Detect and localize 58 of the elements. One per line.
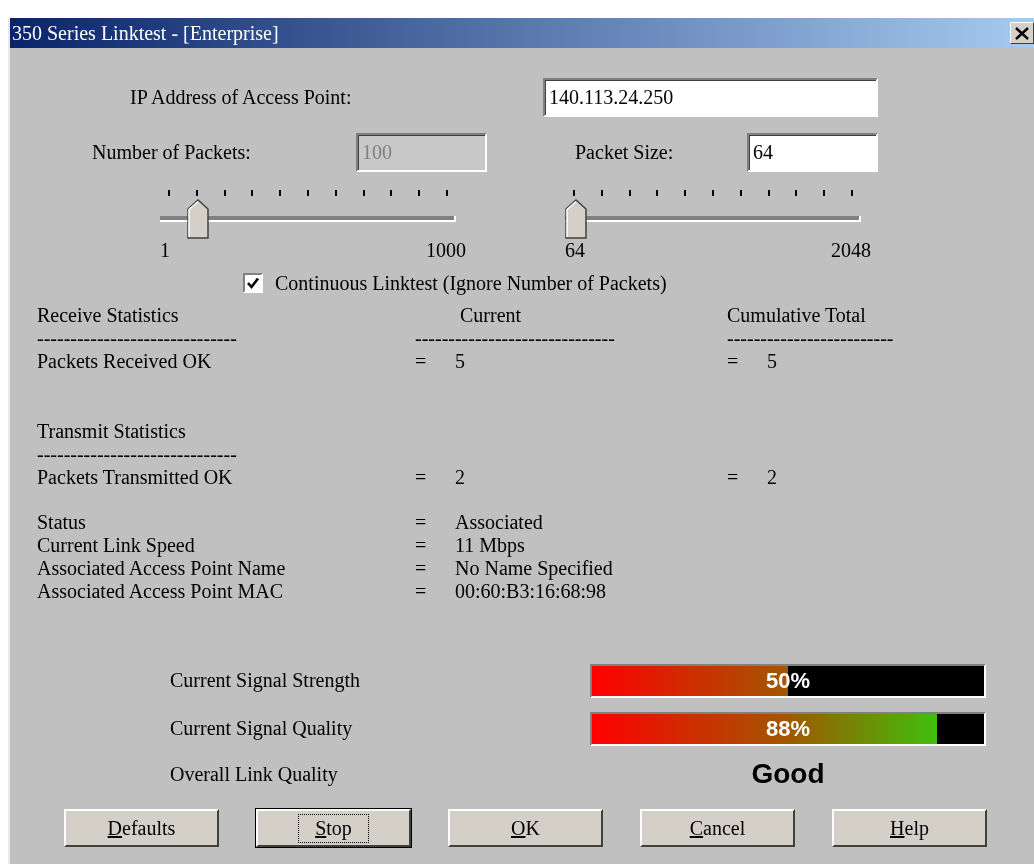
packet-size-field[interactable]: 64 <box>747 133 878 172</box>
stat-label: Associated Access Point MAC <box>37 580 285 603</box>
equals-sign: = <box>415 534 428 557</box>
equals-sign: = <box>415 580 428 603</box>
dialog-button[interactable]: Cancel <box>640 809 795 847</box>
section-heading: Receive Statistics <box>37 304 180 327</box>
close-button[interactable] <box>1010 22 1034 44</box>
stat-value: 2 <box>455 466 466 489</box>
meter-label: Overall Link Quality <box>169 762 339 786</box>
slider-min-label: 1 <box>160 240 170 260</box>
stat-value: 2 <box>767 466 778 489</box>
link-quality-value: Good <box>751 758 825 790</box>
dashed-rule: ------------------------------ <box>415 327 616 350</box>
slider-max-label: 1000 <box>426 240 466 260</box>
field-label: Number of Packets: <box>91 141 252 164</box>
stat-value: Associated <box>455 511 544 534</box>
dialog-button[interactable]: OK <box>448 809 603 847</box>
stat-value: 5 <box>767 350 778 373</box>
meter-label: Current Signal Strength <box>169 669 361 692</box>
equals-sign: = <box>727 466 740 489</box>
dashed-rule: ------------------------------ <box>37 443 238 466</box>
slider-thumb[interactable] <box>187 199 210 239</box>
meter-reading: 88% <box>764 715 811 742</box>
ip-address-field[interactable]: 140.113.24.250 <box>543 78 878 117</box>
stat-label: Packets Received OK <box>37 350 213 373</box>
field-label: Packet Size: <box>575 141 675 164</box>
stat-value: 5 <box>455 350 466 373</box>
slider-min-label: 64 <box>565 240 585 260</box>
stat-label: Associated Access Point Name <box>37 557 287 580</box>
close-icon <box>1015 26 1029 40</box>
window-title: 350 Series Linktest - [Enterprise] <box>12 21 279 45</box>
slider-thumb[interactable] <box>565 199 587 239</box>
slider-track[interactable] <box>565 199 861 239</box>
equals-sign: = <box>415 350 428 373</box>
equals-sign: = <box>415 466 428 489</box>
column-heading: Current <box>459 304 523 327</box>
column-heading: Cumulative Total <box>727 304 867 327</box>
equals-sign: = <box>415 557 428 580</box>
dialog-button[interactable]: Help <box>832 809 987 847</box>
slider-track[interactable] <box>160 199 456 239</box>
stat-label: Status <box>37 511 87 534</box>
stat-value: No Name Specified <box>455 557 614 580</box>
equals-sign: = <box>415 511 428 534</box>
stat-label: Packets Transmitted OK <box>37 466 234 489</box>
stat-value: 11 Mbps <box>455 534 526 557</box>
stat-label: Current Link Speed <box>37 534 196 557</box>
dashed-rule: ------------------------- <box>727 327 895 350</box>
meter-label: Current Signal Quality <box>169 717 354 740</box>
dashed-rule: ------------------------------ <box>37 327 238 350</box>
section-heading: Transmit Statistics <box>37 420 187 443</box>
slider-max-label: 2048 <box>831 240 871 260</box>
checkbox-label[interactable]: Continuous Linktest (Ignore Number of Packets) <box>275 271 667 295</box>
equals-sign: = <box>727 350 740 373</box>
dialog-button[interactable]: Defaults <box>64 809 219 847</box>
field-label: IP Address of Access Point: <box>129 86 353 109</box>
dialog-button[interactable]: Stop <box>256 809 411 847</box>
stat-value: 00:60:B3:16:68:98 <box>455 580 608 603</box>
checkbox[interactable] <box>243 273 263 293</box>
